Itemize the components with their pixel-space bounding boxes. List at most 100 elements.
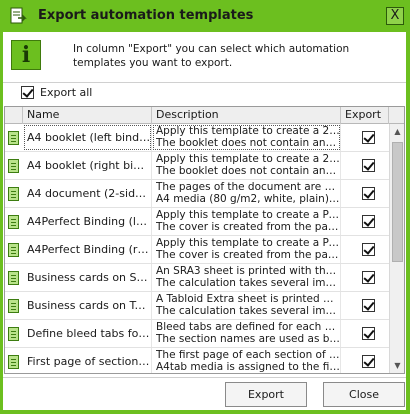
template-icon (8, 187, 19, 201)
divider (3, 377, 406, 378)
template-name[interactable]: A4 booklet (left binding... (23, 124, 152, 151)
export-button[interactable]: Export (225, 382, 307, 407)
description-line-1: Apply this template to create a 2-si... (156, 125, 340, 137)
export-cell (341, 124, 389, 151)
description-line-1: A Tabloid Extra sheet is printed wit... (156, 293, 340, 305)
table-row[interactable]: A4 document (2-sided,... The pages of the… (5, 180, 389, 208)
title-bar[interactable]: Export automation templates X (0, 0, 410, 32)
export-cell (341, 180, 389, 207)
table-row[interactable]: Business cards on SRA3 An SRA3 sheet is p… (5, 264, 389, 292)
template-name[interactable]: A4Perfect Binding (rig... (23, 236, 152, 263)
scroll-down-icon[interactable]: ▼ (390, 358, 404, 373)
template-description[interactable]: A Tabloid Extra sheet is printed wit... T… (152, 292, 341, 319)
description-line-2: The calculation takes several imposi... (156, 305, 340, 317)
description-line-2: The section names are used as blee... (156, 333, 340, 345)
template-description[interactable]: The pages of the document are set... A4 m… (152, 180, 341, 207)
export-cell (341, 264, 389, 291)
export-cell (341, 208, 389, 235)
template-name[interactable]: Business cards on Tabl... (23, 292, 152, 319)
table-row[interactable]: First page of section: F... The first pag… (5, 348, 389, 373)
table-row[interactable]: A4Perfect Binding (rig... Apply this temp… (5, 236, 389, 264)
column-header-export[interactable]: Export (341, 107, 389, 124)
dialog-title: Export automation templates (38, 8, 254, 23)
template-description[interactable]: The first page of each section of lev...… (152, 348, 341, 373)
template-description[interactable]: An SRA3 sheet is printed with the m... Th… (152, 264, 341, 291)
template-cell (5, 152, 23, 179)
template-icon (8, 215, 19, 229)
template-cell (5, 208, 23, 235)
column-header-icon[interactable] (5, 107, 23, 124)
template-name[interactable]: First page of section: F... (23, 348, 152, 373)
template-icon (8, 243, 19, 257)
export-cell (341, 236, 389, 263)
template-name[interactable]: A4 booklet (right bindi... (23, 152, 152, 179)
description-line-2: The calculation takes several imposi... (156, 277, 340, 289)
template-name[interactable]: Business cards on SRA3 (23, 264, 152, 291)
description-line-2: The booklet does not contain any fi... (156, 165, 340, 177)
template-description[interactable]: Apply this template to create a 2-si... T… (152, 152, 341, 179)
table-row[interactable]: Business cards on Tabl... A Tabloid Extra… (5, 292, 389, 320)
info-panel: i In column "Export" you can select whic… (3, 32, 406, 82)
template-description[interactable]: Apply this template to create a 2-si... T… (152, 124, 341, 151)
description-line-2: A4 media (80 g/m2, white, plain) is ... (156, 193, 340, 205)
info-icon: i (11, 40, 41, 70)
description-line-2: The cover is created from the pages... (156, 249, 340, 261)
export-cell (341, 320, 389, 347)
export-checkbox[interactable] (362, 355, 375, 368)
export-checkbox[interactable] (362, 187, 375, 200)
description-line-1: Apply this template to create a Perf... (156, 209, 340, 221)
table-row[interactable]: A4 booklet (left binding...Apply this te… (5, 124, 389, 152)
scroll-up-icon[interactable]: ▲ (390, 124, 404, 140)
export-checkbox[interactable] (362, 271, 375, 284)
export-checkbox[interactable] (362, 327, 375, 340)
template-icon (8, 131, 19, 145)
template-icon (8, 355, 19, 369)
column-header-description[interactable]: Description (152, 107, 341, 124)
export-cell (341, 152, 389, 179)
export-templates-dialog: Export automation templates X i In colum… (0, 0, 410, 414)
template-name[interactable]: A4 document (2-sided,... (23, 180, 152, 207)
description-line-1: Apply this template to create a Perf... (156, 237, 340, 249)
description-line-2: A4tab media is assigned to the first ... (156, 361, 340, 373)
table-row[interactable]: A4Perfect Binding (left... Apply this tem… (5, 208, 389, 236)
template-description[interactable]: Bleed tabs are defined for each sect... T… (152, 320, 341, 347)
template-name[interactable]: A4Perfect Binding (left... (23, 208, 152, 235)
template-cell (5, 348, 23, 373)
template-icon (8, 271, 19, 285)
document-export-icon (9, 7, 27, 25)
table-row[interactable]: Define bleed tabs for e... Bleed tabs are… (5, 320, 389, 348)
table-body: A4 booklet (left binding...Apply this te… (5, 124, 389, 373)
template-icon (8, 327, 19, 341)
export-all-label: Export all (40, 86, 93, 99)
export-checkbox[interactable] (362, 131, 375, 144)
export-checkbox[interactable] (362, 215, 375, 228)
divider (3, 82, 406, 83)
template-icon (8, 299, 19, 313)
export-checkbox[interactable] (362, 159, 375, 172)
export-all-checkbox[interactable] (21, 86, 34, 99)
template-cell (5, 292, 23, 319)
close-button[interactable]: Close (323, 382, 405, 407)
template-name[interactable]: Define bleed tabs for e... (23, 320, 152, 347)
export-checkbox[interactable] (362, 299, 375, 312)
dialog-body: i In column "Export" you can select whic… (3, 32, 406, 410)
export-all-checkbox-row[interactable]: Export all (21, 86, 92, 99)
template-description[interactable]: Apply this template to create a Perf... T… (152, 236, 341, 263)
scroll-thumb[interactable] (392, 142, 403, 262)
description-line-2: The booklet does not contain any fi... (156, 137, 340, 149)
info-text: In column "Export" you can select which … (73, 43, 350, 69)
description-line-1: Apply this template to create a 2-si... (156, 153, 340, 165)
template-cell (5, 264, 23, 291)
table-row[interactable]: A4 booklet (right bindi... Apply this tem… (5, 152, 389, 180)
export-cell (341, 292, 389, 319)
description-line-1: The first page of each section of lev... (156, 349, 340, 361)
column-header-name[interactable]: Name (23, 107, 152, 124)
close-icon[interactable]: X (386, 7, 404, 25)
template-cell (5, 236, 23, 263)
description-line-2: The cover is created from the pages... (156, 221, 340, 233)
vertical-scrollbar[interactable]: ▲ ▼ (389, 124, 404, 373)
templates-table: Name Description Export A4 booklet (left… (4, 106, 405, 374)
export-checkbox[interactable] (362, 243, 375, 256)
template-description[interactable]: Apply this template to create a Perf... T… (152, 208, 341, 235)
table-header: Name Description Export (5, 107, 404, 124)
